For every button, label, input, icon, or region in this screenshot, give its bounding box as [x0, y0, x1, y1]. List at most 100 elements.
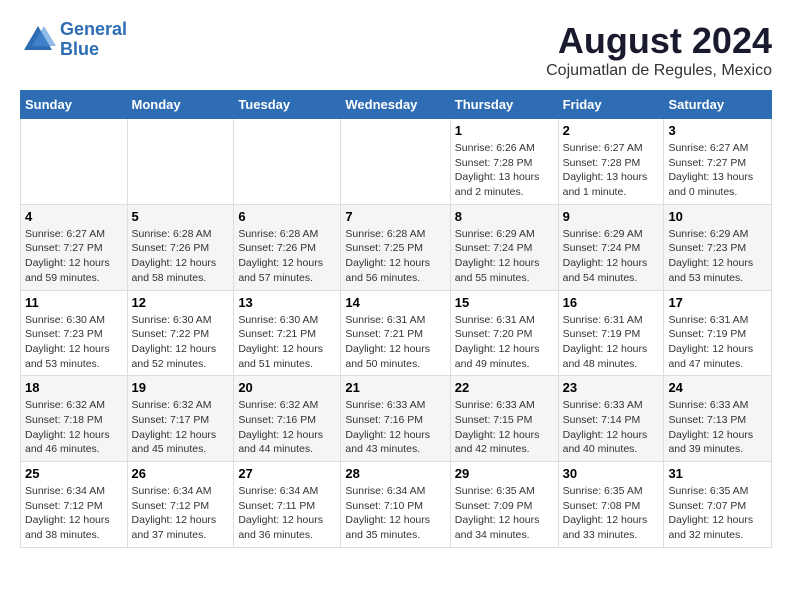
- calendar-cell: 24 Sunrise: 6:33 AM Sunset: 7:13 PM Dayli…: [664, 376, 772, 462]
- day-info: Sunrise: 6:28 AM Sunset: 7:25 PM Dayligh…: [345, 227, 445, 286]
- day-number: 20: [238, 380, 336, 395]
- day-info: Sunrise: 6:31 AM Sunset: 7:19 PM Dayligh…: [563, 313, 660, 372]
- day-info: Sunrise: 6:34 AM Sunset: 7:10 PM Dayligh…: [345, 484, 445, 543]
- day-number: 14: [345, 295, 445, 310]
- day-info: Sunrise: 6:31 AM Sunset: 7:19 PM Dayligh…: [668, 313, 767, 372]
- day-number: 26: [132, 466, 230, 481]
- calendar-cell: 17 Sunrise: 6:31 AM Sunset: 7:19 PM Dayli…: [664, 290, 772, 376]
- calendar-cell: 12Sunrise: 6:30 AM Sunset: 7:22 PM Dayli…: [127, 290, 234, 376]
- calendar-cell: 1 Sunrise: 6:26 AM Sunset: 7:28 PM Daylig…: [450, 119, 558, 205]
- day-info: Sunrise: 6:28 AM Sunset: 7:26 PM Dayligh…: [132, 227, 230, 286]
- calendar-cell: 9 Sunrise: 6:29 AM Sunset: 7:24 PM Daylig…: [558, 204, 664, 290]
- calendar-cell: 31 Sunrise: 6:35 AM Sunset: 7:07 PM Dayli…: [664, 462, 772, 548]
- day-number: 11: [25, 295, 123, 310]
- day-number: 15: [455, 295, 554, 310]
- calendar-cell: 5 Sunrise: 6:28 AM Sunset: 7:26 PM Daylig…: [127, 204, 234, 290]
- calendar-week-3: 11 Sunrise: 6:30 AM Sunset: 7:23 PM Dayli…: [21, 290, 772, 376]
- day-info: Sunrise: 6:35 AM Sunset: 7:08 PM Dayligh…: [563, 484, 660, 543]
- day-info: Sunrise: 6:33 AM Sunset: 7:14 PM Dayligh…: [563, 398, 660, 457]
- day-number: 12: [132, 295, 230, 310]
- weekday-header-friday: Friday: [558, 91, 664, 119]
- calendar-cell: 28 Sunrise: 6:34 AM Sunset: 7:10 PM Dayli…: [341, 462, 450, 548]
- calendar-cell: 18 Sunrise: 6:32 AM Sunset: 7:18 PM Dayli…: [21, 376, 128, 462]
- day-number: 1: [455, 123, 554, 138]
- day-info: Sunrise: 6:33 AM Sunset: 7:15 PM Dayligh…: [455, 398, 554, 457]
- calendar-cell: 20Sunrise: 6:32 AM Sunset: 7:16 PM Dayli…: [234, 376, 341, 462]
- weekday-header-sunday: Sunday: [21, 91, 128, 119]
- calendar-table: SundayMondayTuesdayWednesdayThursdayFrid…: [20, 90, 772, 548]
- logo-icon: [20, 22, 56, 58]
- day-number: 3: [668, 123, 767, 138]
- day-info: Sunrise: 6:35 AM Sunset: 7:07 PM Dayligh…: [668, 484, 767, 543]
- calendar-week-4: 18 Sunrise: 6:32 AM Sunset: 7:18 PM Dayli…: [21, 376, 772, 462]
- day-info: Sunrise: 6:26 AM Sunset: 7:28 PM Dayligh…: [455, 141, 554, 200]
- day-info: Sunrise: 6:31 AM Sunset: 7:20 PM Dayligh…: [455, 313, 554, 372]
- day-info: Sunrise: 6:33 AM Sunset: 7:13 PM Dayligh…: [668, 398, 767, 457]
- calendar-week-5: 25 Sunrise: 6:34 AM Sunset: 7:12 PM Dayli…: [21, 462, 772, 548]
- location: Cojumatlan de Regules, Mexico: [546, 62, 772, 80]
- calendar-cell: 2Sunrise: 6:27 AM Sunset: 7:28 PM Daylig…: [558, 119, 664, 205]
- day-info: Sunrise: 6:29 AM Sunset: 7:24 PM Dayligh…: [563, 227, 660, 286]
- day-number: 4: [25, 209, 123, 224]
- day-number: 6: [238, 209, 336, 224]
- day-number: 16: [563, 295, 660, 310]
- calendar-cell: 30Sunrise: 6:35 AM Sunset: 7:08 PM Dayli…: [558, 462, 664, 548]
- day-number: 27: [238, 466, 336, 481]
- calendar-cell: 19 Sunrise: 6:32 AM Sunset: 7:17 PM Dayli…: [127, 376, 234, 462]
- logo-text: General Blue: [60, 20, 127, 60]
- day-number: 28: [345, 466, 445, 481]
- title-block: August 2024 Cojumatlan de Regules, Mexic…: [546, 20, 772, 80]
- day-number: 24: [668, 380, 767, 395]
- day-info: Sunrise: 6:28 AM Sunset: 7:26 PM Dayligh…: [238, 227, 336, 286]
- day-number: 17: [668, 295, 767, 310]
- calendar-cell: 6 Sunrise: 6:28 AM Sunset: 7:26 PM Daylig…: [234, 204, 341, 290]
- day-number: 29: [455, 466, 554, 481]
- calendar-cell: 10 Sunrise: 6:29 AM Sunset: 7:23 PM Dayli…: [664, 204, 772, 290]
- weekday-header-tuesday: Tuesday: [234, 91, 341, 119]
- day-number: 8: [455, 209, 554, 224]
- calendar-cell: 21 Sunrise: 6:33 AM Sunset: 7:16 PM Dayli…: [341, 376, 450, 462]
- day-number: 13: [238, 295, 336, 310]
- calendar-cell: 3Sunrise: 6:27 AM Sunset: 7:27 PM Daylig…: [664, 119, 772, 205]
- weekday-header-saturday: Saturday: [664, 91, 772, 119]
- calendar-cell: 27Sunrise: 6:34 AM Sunset: 7:11 PM Dayli…: [234, 462, 341, 548]
- calendar-header: SundayMondayTuesdayWednesdayThursdayFrid…: [21, 91, 772, 119]
- calendar-cell: 16 Sunrise: 6:31 AM Sunset: 7:19 PM Dayli…: [558, 290, 664, 376]
- day-number: 5: [132, 209, 230, 224]
- day-info: Sunrise: 6:33 AM Sunset: 7:16 PM Dayligh…: [345, 398, 445, 457]
- day-number: 10: [668, 209, 767, 224]
- day-info: Sunrise: 6:30 AM Sunset: 7:23 PM Dayligh…: [25, 313, 123, 372]
- day-info: Sunrise: 6:29 AM Sunset: 7:24 PM Dayligh…: [455, 227, 554, 286]
- day-number: 19: [132, 380, 230, 395]
- day-number: 7: [345, 209, 445, 224]
- weekday-header-wednesday: Wednesday: [341, 91, 450, 119]
- calendar-cell: 14 Sunrise: 6:31 AM Sunset: 7:21 PM Dayli…: [341, 290, 450, 376]
- day-number: 18: [25, 380, 123, 395]
- day-info: Sunrise: 6:32 AM Sunset: 7:18 PM Dayligh…: [25, 398, 123, 457]
- logo: General Blue: [20, 20, 127, 60]
- calendar-cell: [21, 119, 128, 205]
- day-info: Sunrise: 6:32 AM Sunset: 7:17 PM Dayligh…: [132, 398, 230, 457]
- day-info: Sunrise: 6:31 AM Sunset: 7:21 PM Dayligh…: [345, 313, 445, 372]
- day-number: 21: [345, 380, 445, 395]
- day-info: Sunrise: 6:34 AM Sunset: 7:12 PM Dayligh…: [132, 484, 230, 543]
- page-header: General Blue August 2024 Cojumatlan de R…: [20, 20, 772, 80]
- day-info: Sunrise: 6:29 AM Sunset: 7:23 PM Dayligh…: [668, 227, 767, 286]
- day-number: 31: [668, 466, 767, 481]
- calendar-cell: [127, 119, 234, 205]
- calendar-cell: 26 Sunrise: 6:34 AM Sunset: 7:12 PM Dayli…: [127, 462, 234, 548]
- day-info: Sunrise: 6:30 AM Sunset: 7:21 PM Dayligh…: [238, 313, 336, 372]
- weekday-header-monday: Monday: [127, 91, 234, 119]
- calendar-cell: 23 Sunrise: 6:33 AM Sunset: 7:14 PM Dayli…: [558, 376, 664, 462]
- calendar-cell: [341, 119, 450, 205]
- calendar-cell: 15 Sunrise: 6:31 AM Sunset: 7:20 PM Dayli…: [450, 290, 558, 376]
- day-number: 25: [25, 466, 123, 481]
- day-number: 2: [563, 123, 660, 138]
- day-number: 23: [563, 380, 660, 395]
- calendar-cell: 8 Sunrise: 6:29 AM Sunset: 7:24 PM Daylig…: [450, 204, 558, 290]
- day-number: 9: [563, 209, 660, 224]
- calendar-cell: 22Sunrise: 6:33 AM Sunset: 7:15 PM Dayli…: [450, 376, 558, 462]
- calendar-cell: 25Sunrise: 6:34 AM Sunset: 7:12 PM Dayli…: [21, 462, 128, 548]
- calendar-week-2: 4 Sunrise: 6:27 AM Sunset: 7:27 PM Daylig…: [21, 204, 772, 290]
- day-info: Sunrise: 6:27 AM Sunset: 7:27 PM Dayligh…: [25, 227, 123, 286]
